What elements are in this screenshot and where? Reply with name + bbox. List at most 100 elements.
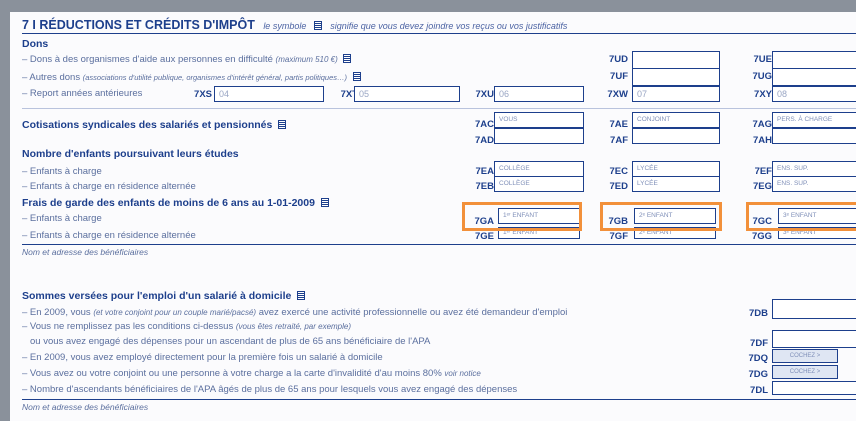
etudes-line2: – Enfants à charge en résidence alternée [22,181,196,192]
document-icon [297,291,306,300]
field-7ag[interactable]: PERS. À CHARGE [772,112,856,128]
code-7ue: 7UE [753,54,772,65]
code-7ug: 7UG [752,71,772,82]
domicile-heading-text: Sommes versées pour l'emploi d'un salari… [22,290,292,302]
field-7xu[interactable]: 06 [494,86,584,102]
section-title-bar: 7 I RÉDUCTIONS ET CRÉDITS D'IMPÔT le sym… [22,16,567,34]
code-7xs: 7XS [194,89,212,100]
domicile-line5-note: voir notice [444,369,481,378]
dons-line2: – Autres dons (associations d'utilité pu… [22,72,361,83]
section-subtitle-b: signifie que vous devez joindre vos reçu… [330,21,568,31]
code-7ef: 7EF [754,166,772,177]
field-7ah[interactable] [772,128,856,144]
highlight-7gb [600,202,722,231]
domicile-line4: – En 2009, vous avez employé directement… [22,352,383,363]
code-7xu: 7XU [475,89,494,100]
field-7eb[interactable]: COLLÈGE [494,176,584,192]
domicile-line1-b: avez exercé une activité professionnelle… [258,307,568,318]
etudes-line1: – Enfants à charge [22,166,102,177]
field-7ug[interactable] [772,68,856,86]
code-7ae: 7AE [609,119,628,130]
domicile-line3: ou vous avez engagé des dépenses pour un… [30,336,431,347]
cotisations-heading: Cotisations syndicales des salariés et p… [22,119,287,131]
code-7df: 7DF [750,338,768,349]
code-7eb: 7EB [475,181,494,192]
field-7ec[interactable]: LYCÉE [632,161,720,177]
dons-line1-text: – Dons à des organismes d'aide aux perso… [22,54,273,65]
garde-line2: – Enfants à charge en résidence alternée [22,230,196,241]
etudes-heading: Nombre d'enfants poursuivant leurs étude… [22,148,239,160]
garde-line1: – Enfants à charge [22,213,102,224]
dons-line3: – Report années antérieures [22,88,143,99]
garde-beneficiaries-field[interactable] [22,260,856,286]
code-7gf: 7GF [609,231,628,242]
dons-line1-note: (maximum 510 €) [275,55,338,64]
document-icon [313,21,322,30]
field-7df[interactable] [772,330,856,348]
domicile-line1-a: – En 2009, vous [22,307,91,318]
section-subtitle-a: le symbole [263,21,307,31]
code-7ea: 7EA [475,166,494,177]
code-7af: 7AF [610,135,628,146]
code-7gg: 7GG [751,231,772,242]
garde-beneficiaries-label: Nom et adresse des bénéficiaires [22,247,149,257]
field-7xt[interactable]: 05 [354,86,460,102]
checkbox-7dg[interactable]: COCHEZ > [772,365,838,379]
highlight-7gc [746,202,856,231]
dons-heading: Dons [22,38,49,50]
code-7ud: 7UD [608,54,628,65]
cotisations-heading-text: Cotisations syndicales des salariés et p… [22,119,273,131]
field-7db[interactable] [772,299,856,319]
field-7ae[interactable]: CONJOINT [632,112,720,128]
field-7xs[interactable]: 04 [214,86,324,102]
garde-heading: Frais de garde des enfants de moins de 6… [22,197,329,209]
dons-line2-text: – Autres dons [22,72,81,83]
field-7ea[interactable]: COLLÈGE [494,161,584,177]
code-7ag: 7AG [752,119,772,130]
field-7ud[interactable] [632,51,720,69]
field-7af[interactable] [632,128,720,144]
domicile-line5: – Vous avez ou votre conjoint ou une per… [22,368,481,379]
garde-heading-text: Frais de garde des enfants de moins de 6… [22,197,315,209]
domicile-line1-note: (et votre conjoint pour un couple marié/… [93,308,257,317]
document-icon [352,72,361,81]
field-7eg[interactable]: ENS. SUP. [772,176,856,192]
field-7ue[interactable] [772,51,856,69]
code-7uf: 7UF [610,71,628,82]
field-7ed[interactable]: LYCÉE [632,176,720,192]
divider [22,108,856,109]
code-7dq: 7DQ [748,353,768,364]
code-7ah: 7AH [752,135,772,146]
domicile-line6: – Nombre d'ascendants bénéficiaires de l… [22,384,518,395]
domicile-line1: – En 2009, vous (et votre conjoint pour … [22,307,567,318]
title-rule [22,33,856,34]
code-7xy: 7XY [754,89,772,100]
field-7dl[interactable] [772,381,856,395]
code-7ac: 7AC [474,119,494,130]
field-7ac[interactable]: VOUS [494,112,584,128]
dons-line1: – Dons à des organismes d'aide aux perso… [22,54,352,65]
code-7ge: 7GE [474,231,494,242]
divider [22,244,856,245]
code-7eg: 7EG [752,181,772,192]
document-icon [343,54,352,63]
tax-form: 7 I RÉDUCTIONS ET CRÉDITS D'IMPÔT le sym… [10,12,856,421]
code-7dg: 7DG [748,369,768,380]
field-7ad[interactable] [494,128,584,144]
domicile-line2-a: – Vous ne remplissez pas les conditions … [22,321,234,332]
checkbox-7dq[interactable]: COCHEZ > [772,349,838,363]
field-7uf[interactable] [632,68,720,86]
domicile-line2-note: (vous êtes retraité, par exemple) [235,322,352,331]
code-7dl: 7DL [750,385,768,396]
dons-line2-note: (associations d'utilité publique, organi… [82,73,348,82]
field-7xw[interactable]: 07 [632,86,720,102]
code-7db: 7DB [748,308,768,319]
domicile-line5-a: – Vous avez ou votre conjoint ou une per… [22,368,442,379]
code-7ed: 7ED [609,181,628,192]
divider [22,399,856,400]
document-icon [320,198,329,207]
field-7xy[interactable]: 08 [772,86,856,102]
document-icon [278,120,287,129]
field-7ef[interactable]: ENS. SUP. [772,161,856,177]
domicile-heading: Sommes versées pour l'emploi d'un salari… [22,290,306,302]
